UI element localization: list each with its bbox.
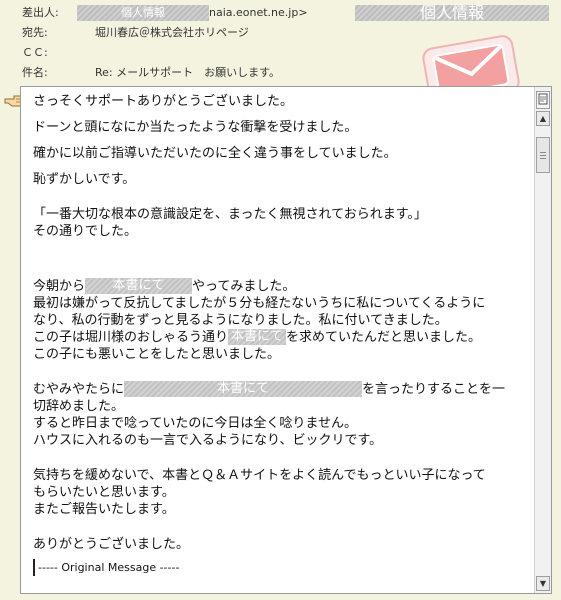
masked-text: 本書にて: [124, 381, 363, 397]
body-line: むやみやたらに 本書にて を言ったりすることを一: [33, 381, 533, 398]
original-message-divider: ----- Original Message -----: [33, 559, 533, 576]
body-line: ドーンと頭になにか当たったような衝撃を受けました。: [33, 120, 358, 135]
body-line: この子は堀川様のおしゃるう通り 本書にて を求めていたんだと思いました。: [33, 329, 533, 346]
text-segment: を求めていたんだと思いました。: [286, 330, 482, 345]
mail-options-icon[interactable]: [536, 91, 550, 109]
from-value[interactable]: 個人情報 naia.eonet.ne.jp>: [77, 5, 308, 21]
body-line: 「一番大切な根本の意識設定を、まったく無視されておられます。」: [33, 207, 427, 222]
scroll-up-button[interactable]: ▲: [536, 111, 550, 126]
scrollbar-thumb[interactable]: [536, 137, 550, 173]
text-segment: やってみました。: [192, 279, 296, 294]
from-email: naia.eonet.ne.jp>: [209, 6, 308, 19]
body-line: 気持ちを緩めないで、本書とＱ＆Ａサイトをよく読んでもっといい子になって: [33, 468, 486, 483]
text-segment: を言ったりすることを一: [362, 382, 506, 397]
text-segment: この子は堀川様のおしゃるう通り: [33, 330, 229, 345]
body-line: なり、私の行動をずっと見るようになりました。私に付いてきました。: [33, 313, 448, 328]
body-line: その通りでした。: [33, 224, 138, 239]
vertical-scrollbar[interactable]: ▲ ▼: [534, 87, 551, 593]
subject-label: 件名:: [22, 66, 48, 79]
body-line: もらいたいと思います。: [33, 485, 175, 500]
subject-value: Re: メールサポート お願いします。: [95, 66, 281, 79]
text-segment: むやみやたらに: [33, 382, 125, 397]
body-line: すると昨日まで唸っていたのに今日は全く唸りません。: [33, 416, 357, 431]
scroll-down-button[interactable]: ▼: [536, 576, 550, 591]
body-line: 今朝から 本書にて やってみました。: [33, 278, 533, 295]
to-value[interactable]: 堀川春広＠株式会社ホリページ: [95, 25, 249, 41]
masked-text: 本書にて: [85, 278, 193, 294]
from-masked-right: 個人情報: [355, 5, 549, 21]
body-line: 確かに以前ご指導いただいたのに全く違う事をしていました。: [33, 146, 397, 161]
body-line: さっそくサポートありがとうございました。: [33, 94, 294, 109]
to-label: 宛先:: [22, 26, 48, 39]
body-line: 最初は嫌がって反抗してましたが５分も経たないうちに私についてくるように: [33, 296, 486, 311]
text-segment: 今朝から: [33, 279, 86, 294]
message-body: さっそくサポートありがとうございました。 ドーンと頭になにか当たったような衝撃を…: [33, 93, 533, 576]
body-line: この子にも悪いことをしたと思いました。: [33, 347, 281, 362]
cc-label: ＣＣ:: [22, 46, 48, 59]
body-line: ハウスに入れるのも一言で入るようになり、ビックリです。: [33, 433, 383, 448]
masked-text: 本書にて: [228, 329, 287, 345]
from-masked-name: 個人情報: [77, 5, 209, 21]
body-line: 恥ずかしいです。: [33, 172, 136, 187]
body-line: 切辞めました。: [33, 399, 125, 414]
message-body-pane[interactable]: さっそくサポートありがとうございました。 ドーンと頭になにか当たったような衝撃を…: [20, 86, 552, 594]
body-line: またご報告いたします。: [33, 502, 175, 517]
body-line: ありがとうございました。: [33, 537, 190, 552]
